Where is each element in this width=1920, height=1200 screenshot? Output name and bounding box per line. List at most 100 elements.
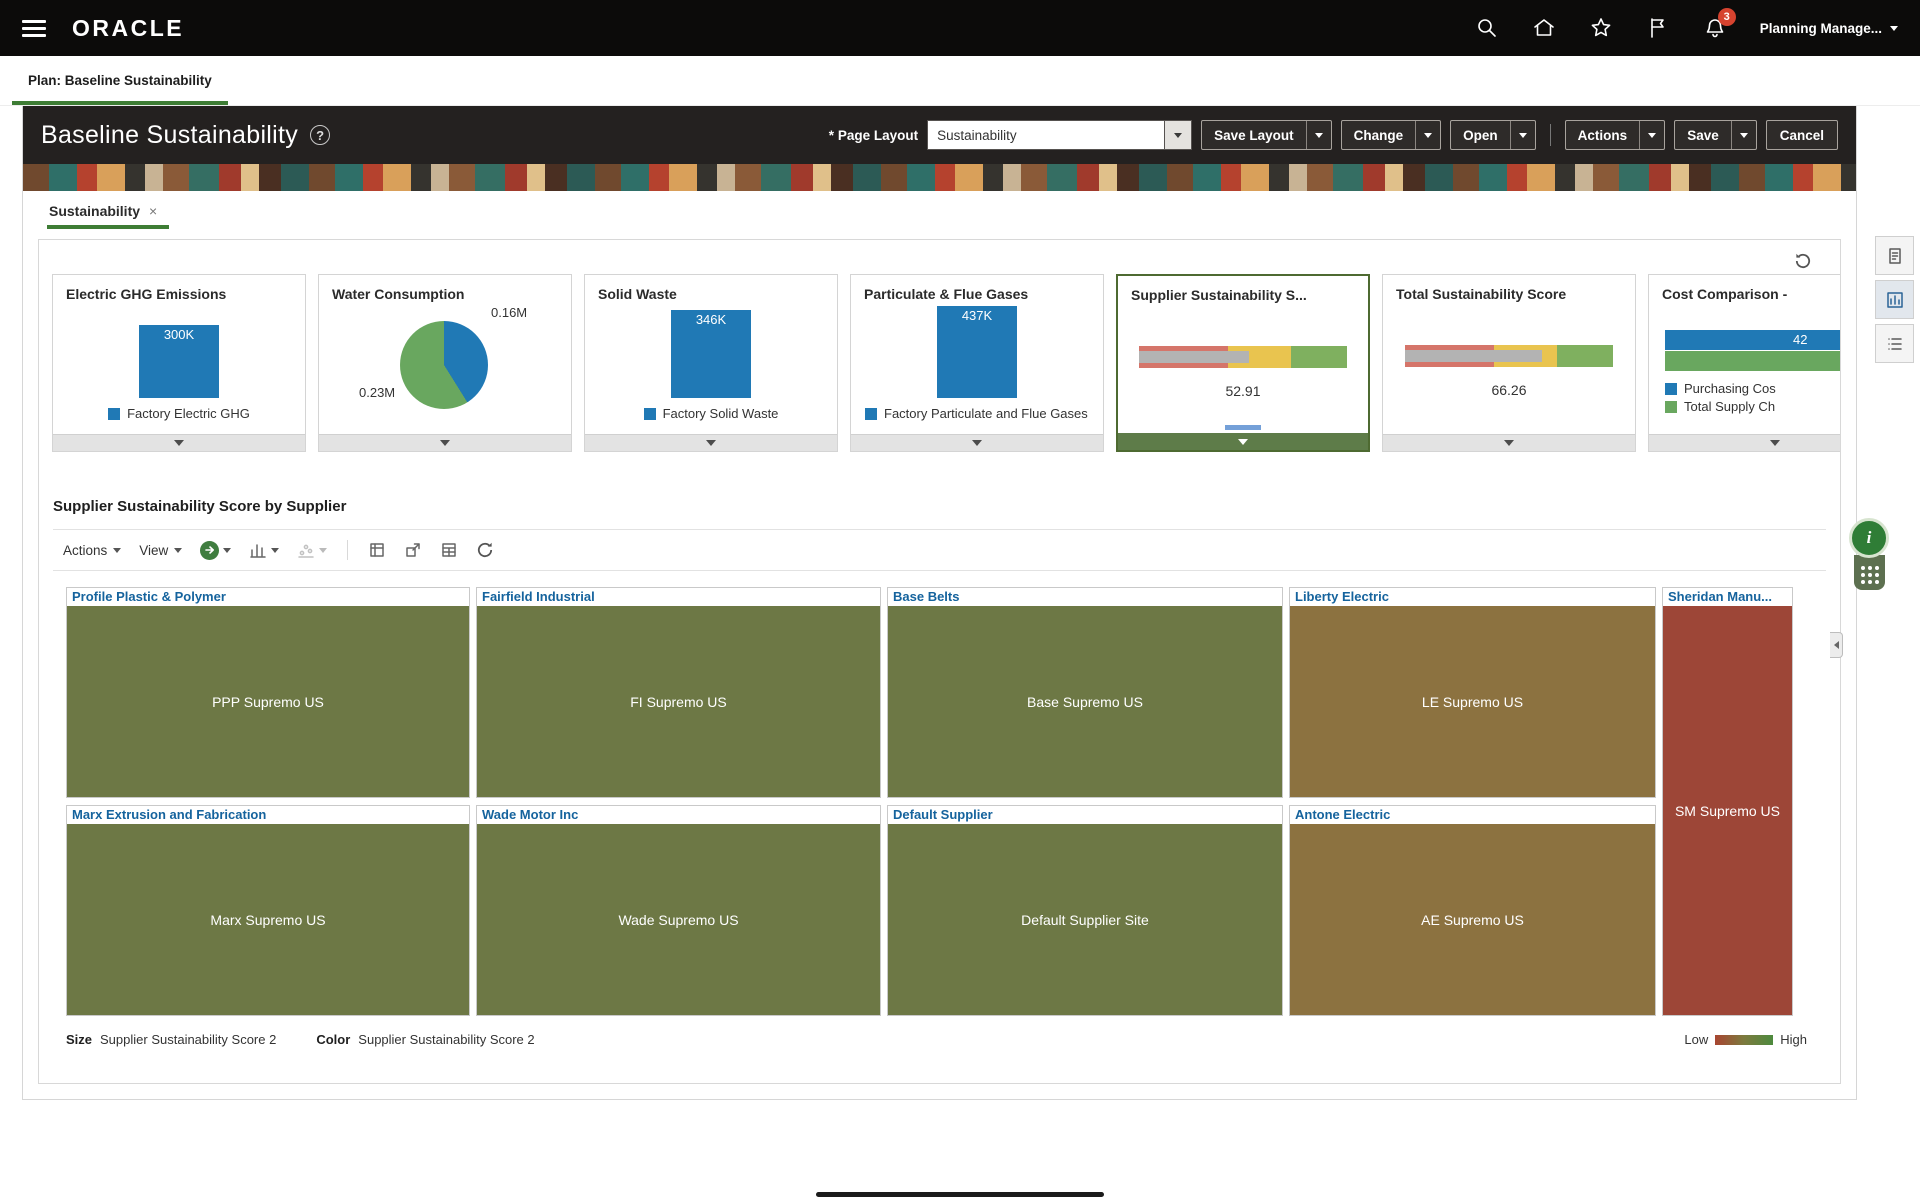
favorites-star-icon[interactable] [1589,16,1613,40]
treemap-toolbar: Actions View [53,529,1826,571]
panel-toggle-document-button[interactable] [1875,236,1914,275]
save-layout-button[interactable]: Save Layout [1202,121,1306,149]
actions-dropdown-button[interactable] [1639,121,1664,149]
legend-row: Total Supply Ch [1665,399,1840,414]
kpi-card-title: Particulate & Flue Gases [851,275,1103,302]
particulate-bar-chart: 437K [851,302,1103,398]
kpi-card-solid-waste[interactable]: Solid Waste 346K Factory Solid Waste [584,274,838,452]
panel-toggle-chart-button[interactable] [1875,280,1914,319]
card-expand-button[interactable] [1649,434,1840,451]
tile-site-label: Default Supplier Site [888,824,1282,1015]
save-layout-split-button: Save Layout [1201,120,1332,150]
tile-supplier-link[interactable]: Base Belts [888,588,1282,606]
treemap-tile[interactable]: Profile Plastic & Polymer PPP Supremo US [66,587,470,798]
cancel-button[interactable]: Cancel [1766,120,1838,150]
change-button[interactable]: Change [1342,121,1416,149]
grid-dots-button[interactable] [1854,555,1885,590]
treemap-tile[interactable]: Fairfield Industrial FI Supremo US [476,587,881,798]
tile-supplier-link[interactable]: Wade Motor Inc [477,806,880,824]
card-expand-button[interactable] [53,434,305,451]
go-arrow-icon [200,541,219,560]
kpi-card-cost-comparison[interactable]: Cost Comparison - 42 Purchasing Cos Tota… [1648,274,1840,452]
edge-collapse-handle[interactable] [1830,632,1843,658]
kpi-card-title: Total Sustainability Score [1383,275,1635,302]
card-expand-button[interactable] [319,434,571,451]
kpi-card-particulate-flue-gases[interactable]: Particulate & Flue Gases 437K Factory Pa… [850,274,1104,452]
solid-waste-bar-chart: 346K [585,302,837,398]
refresh-icon[interactable] [1794,252,1812,270]
open-button[interactable]: Open [1451,121,1510,149]
go-to-menu-button[interactable] [200,541,231,560]
save-layout-dropdown-button[interactable] [1306,121,1331,149]
change-split-button: Change [1341,120,1442,150]
refresh-icon[interactable] [476,541,494,559]
treemap-tile[interactable]: Default Supplier Default Supplier Site [887,805,1283,1016]
save-dropdown-button[interactable] [1731,121,1756,149]
user-menu[interactable]: Planning Manage... [1760,21,1898,36]
kpi-card-supplier-sustainability-score[interactable]: Supplier Sustainability S... 52.91 [1116,274,1370,452]
treemap-actions-menu[interactable]: Actions [63,543,121,558]
save-button[interactable]: Save [1675,121,1731,149]
card-expand-button[interactable] [851,434,1103,451]
search-icon[interactable] [1475,16,1499,40]
plan-panel: Baseline Sustainability ? * Page Layout … [22,106,1857,1100]
tile-supplier-link[interactable]: Liberty Electric [1290,588,1655,606]
kpi-card-electric-ghg-emissions[interactable]: Electric GHG Emissions 300K Factory Elec… [52,274,306,452]
table-view-icon[interactable] [440,541,458,559]
detach-icon[interactable] [404,541,422,559]
open-dropdown-button[interactable] [1510,121,1535,149]
actions-button[interactable]: Actions [1566,121,1640,149]
open-split-button: Open [1450,120,1536,150]
flag-icon[interactable] [1646,16,1670,40]
close-icon[interactable]: × [149,203,157,219]
kpi-card-total-sustainability-score[interactable]: Total Sustainability Score 66.26 [1382,274,1636,452]
legend-swatch [644,408,656,420]
tile-supplier-link[interactable]: Profile Plastic & Polymer [67,588,469,606]
treemap-tile[interactable]: Sheridan Manu... SM Supremo US [1662,587,1793,1016]
supplier-treemap: Profile Plastic & Polymer PPP Supremo US… [66,587,1807,1016]
expand-arrow-icon [1770,440,1780,446]
tile-supplier-link[interactable]: Antone Electric [1290,806,1655,824]
tab-plan-baseline-sustainability[interactable]: Plan: Baseline Sustainability [12,56,228,105]
home-icon[interactable] [1532,16,1556,40]
treemap-tile[interactable]: Base Belts Base Supremo US [887,587,1283,798]
legend-swatch [1665,383,1677,395]
tab-sustainability[interactable]: Sustainability × [47,203,169,229]
help-icon[interactable]: ? [310,125,330,145]
bar-value-label: 42 [1793,332,1807,347]
expand-arrow-icon [1238,439,1248,445]
treemap-tile[interactable]: Wade Motor Inc Wade Supremo US [476,805,881,1016]
treemap-view-menu[interactable]: View [139,543,182,558]
kpi-card-water-consumption[interactable]: Water Consumption 0.16M 0.23M [318,274,572,452]
tile-supplier-link[interactable]: Sheridan Manu... [1663,588,1792,606]
plan-content: Electric GHG Emissions 300K Factory Elec… [38,239,1841,1084]
home-indicator [816,1192,1104,1197]
chevron-down-icon [1424,133,1432,138]
info-button[interactable]: i [1849,518,1889,558]
page-layout-select[interactable]: Sustainability [927,120,1165,150]
card-expand-button[interactable] [1118,433,1368,450]
card-expand-button[interactable] [1383,434,1635,451]
bar-total-supply-chain [1665,351,1840,371]
collapse-arrow-icon [1834,641,1839,649]
gauge-indicator [1139,351,1249,363]
page-layout-dropdown-button[interactable] [1165,120,1192,150]
grid-dots-icon [1861,566,1879,584]
card-expand-button[interactable] [585,434,837,451]
tile-supplier-link[interactable]: Fairfield Industrial [477,588,880,606]
panel-toggle-list-button[interactable] [1875,324,1914,363]
kpi-card-title: Cost Comparison - [1649,275,1840,302]
tile-site-label: Wade Supremo US [477,824,880,1015]
chevron-down-icon [1890,26,1898,31]
tile-supplier-link[interactable]: Marx Extrusion and Fabrication [67,806,469,824]
treemap-tile[interactable]: Marx Extrusion and Fabrication Marx Supr… [66,805,470,1016]
freeze-icon[interactable] [368,541,386,559]
treemap-tile[interactable]: Liberty Electric LE Supremo US [1289,587,1656,798]
tile-supplier-link[interactable]: Default Supplier [888,806,1282,824]
hamburger-menu-icon[interactable] [22,20,46,37]
chart-options-menu-button[interactable] [249,541,279,559]
notifications-bell-icon[interactable]: 3 [1703,16,1727,40]
change-dropdown-button[interactable] [1415,121,1440,149]
treemap-tile[interactable]: Antone Electric AE Supremo US [1289,805,1656,1016]
format-menu-button-disabled [297,541,327,559]
